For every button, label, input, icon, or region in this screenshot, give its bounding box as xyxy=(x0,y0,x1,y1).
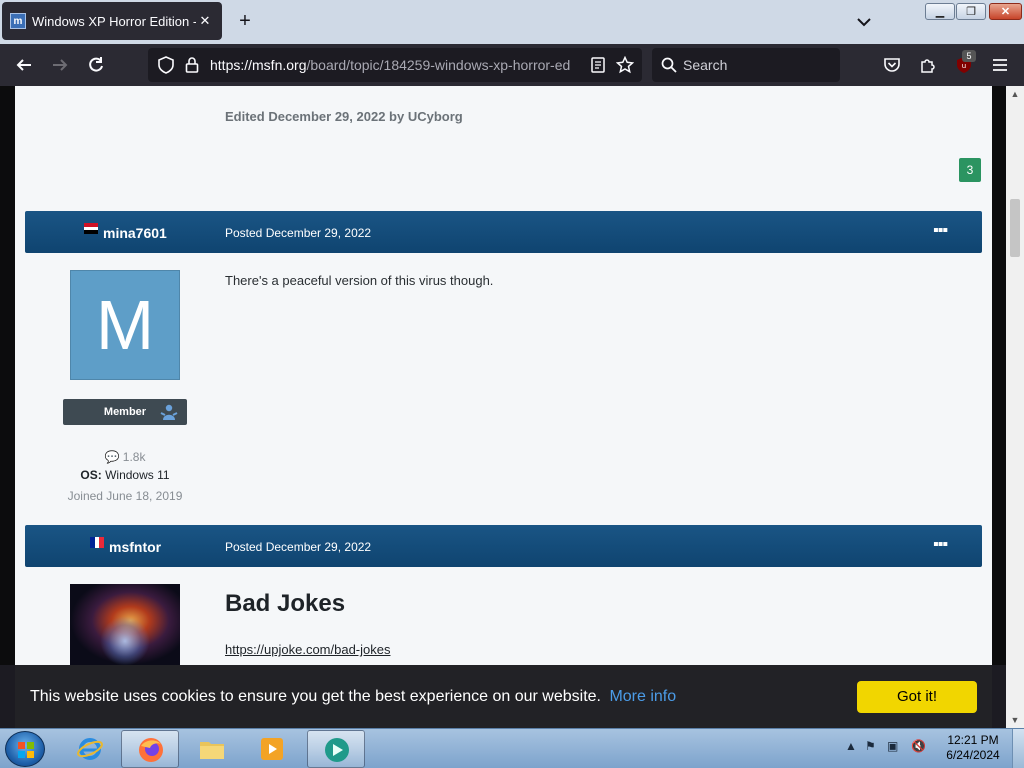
extension-badge: 5 xyxy=(962,50,976,62)
avatar-glow xyxy=(100,616,150,665)
os-info: OS: Windows 11 xyxy=(15,468,235,482)
firefox-icon xyxy=(139,738,163,762)
site-favicon-icon: m xyxy=(10,13,26,29)
member-figure-icon xyxy=(160,404,178,420)
cookie-banner: This website uses cookies to ensure you … xyxy=(15,665,992,728)
post-date[interactable]: Posted December 29, 2022 xyxy=(225,226,371,240)
pocket-icon[interactable] xyxy=(882,55,902,75)
tab-active[interactable]: m Windows XP Horror Edition - M ✕ xyxy=(2,2,222,40)
post-header: msfntor Posted December 29, 2022 ▪▪▪ xyxy=(25,525,982,567)
volume-muted-icon[interactable]: 🔇 xyxy=(911,739,927,755)
media-center-icon xyxy=(325,738,349,762)
window-close-button[interactable]: ✕ xyxy=(989,3,1022,20)
start-button[interactable] xyxy=(5,731,45,767)
post-link[interactable]: https://upjoke.com/bad-jokes xyxy=(225,642,390,657)
show-hidden-icons-icon[interactable]: ▲ xyxy=(845,739,861,755)
taskbar-internet-explorer[interactable] xyxy=(61,730,119,768)
bookmark-star-icon[interactable] xyxy=(615,55,635,75)
menu-hamburger-icon[interactable] xyxy=(990,55,1010,75)
cookie-message: This website uses cookies to ensure you … xyxy=(30,688,601,705)
forward-arrow-icon[interactable] xyxy=(50,55,70,75)
os-value: Windows 11 xyxy=(105,468,170,482)
window-minimize-button[interactable]: ▁ xyxy=(925,3,955,20)
action-center-flag-icon[interactable]: ⚑ xyxy=(865,739,881,755)
search-icon xyxy=(659,55,679,75)
egypt-flag-icon xyxy=(84,223,98,234)
joined-date: Joined June 18, 2019 xyxy=(67,489,183,503)
taskbar-media-player[interactable] xyxy=(243,730,301,768)
reload-icon[interactable] xyxy=(86,55,106,75)
new-tab-icon[interactable]: + xyxy=(234,11,256,33)
avatar[interactable] xyxy=(70,584,180,665)
tracking-shield-icon[interactable] xyxy=(156,55,176,75)
media-player-icon xyxy=(261,738,283,760)
restore-icon: ❐ xyxy=(966,6,976,18)
edited-note: Edited December 29, 2022 by UCyborg xyxy=(225,109,463,124)
post-author-link[interactable]: mina7601 xyxy=(103,225,167,241)
clock-date: 6/24/2024 xyxy=(946,748,1000,762)
reader-view-icon[interactable] xyxy=(588,55,608,75)
page-scrollbar[interactable]: ▲ ▼ xyxy=(1006,86,1024,728)
scroll-thumb[interactable] xyxy=(1010,199,1020,257)
extensions-puzzle-icon[interactable] xyxy=(918,55,938,75)
windows-taskbar: ▲ ⚑ ▣ 🔇 12:21 PM 6/24/2024 xyxy=(0,728,1024,768)
os-label: OS: xyxy=(80,468,102,482)
svg-text:u: u xyxy=(962,62,966,70)
windows-logo-icon xyxy=(18,742,34,758)
cookie-message-line: This website uses cookies to ensure you … xyxy=(30,688,676,706)
tab-close-icon[interactable]: ✕ xyxy=(196,12,214,30)
taskbar-active-app[interactable] xyxy=(307,730,365,768)
post-more-options-icon[interactable]: ▪▪▪ xyxy=(933,222,948,240)
minimize-icon: ▁ xyxy=(935,6,945,18)
url-text[interactable]: https://msfn.org/board/topic/184259-wind… xyxy=(210,57,580,73)
search-placeholder: Search xyxy=(683,57,728,73)
scroll-up-arrow-icon[interactable]: ▲ xyxy=(1006,86,1024,102)
tab-strip: m Windows XP Horror Edition - M ✕ + ▁ ❐ … xyxy=(0,0,1024,44)
lock-icon[interactable] xyxy=(182,55,202,75)
rank-label: Member xyxy=(103,406,147,418)
france-flag-icon xyxy=(90,537,104,548)
reaction-count-badge[interactable]: 3 xyxy=(959,158,981,182)
clock-time: 12:21 PM xyxy=(947,733,999,747)
cookie-accept-button[interactable]: Got it! xyxy=(857,681,977,713)
forum-page: Edited December 29, 2022 by UCyborg 3 mi… xyxy=(15,86,992,665)
url-path: /board/topic/184259-windows-xp-horror-ed xyxy=(306,57,571,73)
post-header: mina7601 Posted December 29, 2022 ▪▪▪ xyxy=(25,211,982,253)
post-more-options-icon[interactable]: ▪▪▪ xyxy=(933,536,948,554)
post-date[interactable]: Posted December 29, 2022 xyxy=(225,540,371,554)
post-count: 💬 1.8k xyxy=(15,450,235,464)
back-arrow-icon[interactable] xyxy=(14,55,34,75)
cookie-more-info-link[interactable]: More info xyxy=(609,688,676,705)
url-bar[interactable]: https://msfn.org/board/topic/184259-wind… xyxy=(148,48,642,82)
member-rank-badge: Member xyxy=(63,399,187,425)
taskbar-firefox[interactable] xyxy=(121,730,179,768)
close-icon: ✕ xyxy=(1000,6,1011,18)
window-restore-button[interactable]: ❐ xyxy=(956,3,986,20)
network-icon[interactable]: ▣ xyxy=(887,739,903,755)
post-author-link[interactable]: msfntor xyxy=(109,539,161,555)
comment-bubble-icon: 💬 xyxy=(104,450,120,464)
taskbar-file-explorer[interactable] xyxy=(183,730,241,768)
post-heading: Bad Jokes xyxy=(225,590,346,617)
search-bar[interactable]: Search xyxy=(652,48,840,82)
show-desktop-button[interactable] xyxy=(1012,729,1024,768)
navigation-toolbar: https://msfn.org/board/topic/184259-wind… xyxy=(0,44,1024,86)
page-viewport: Edited December 29, 2022 by UCyborg 3 mi… xyxy=(0,86,1006,665)
system-clock[interactable]: 12:21 PM 6/24/2024 xyxy=(938,733,1008,763)
folder-icon xyxy=(200,742,224,759)
post-count-value: 1.8k xyxy=(122,450,146,464)
internet-explorer-icon xyxy=(77,738,103,760)
post-body: There's a peaceful version of this virus… xyxy=(225,273,494,288)
tab-title: Windows XP Horror Edition - M xyxy=(32,13,196,29)
list-all-tabs-icon[interactable] xyxy=(854,12,874,32)
avatar[interactable]: M xyxy=(70,270,180,380)
scroll-down-arrow-icon[interactable]: ▼ xyxy=(1006,712,1024,728)
url-host: https://msfn.org xyxy=(210,57,307,73)
